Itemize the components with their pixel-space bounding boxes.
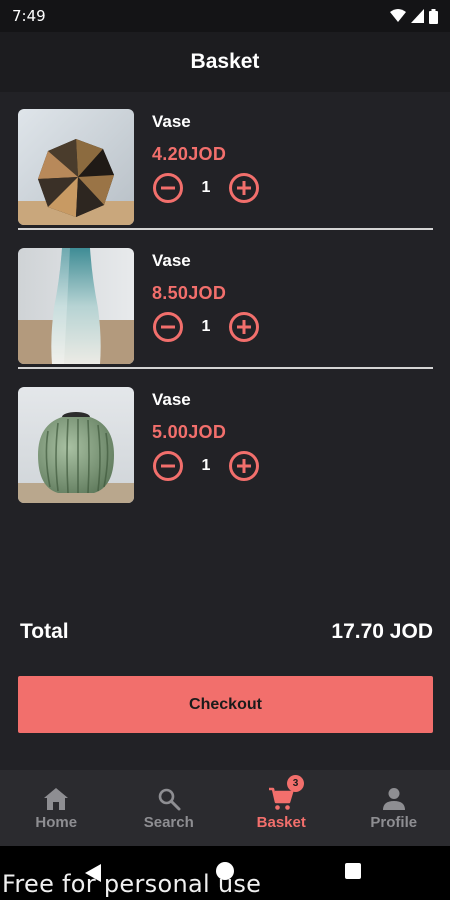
product-image[interactable] bbox=[18, 387, 134, 503]
nav-home-label: Home bbox=[35, 814, 78, 831]
quantity-stepper: 1 bbox=[152, 172, 260, 204]
cart-badge: 3 bbox=[287, 775, 304, 792]
product-price: 4.20JOD bbox=[152, 144, 227, 164]
watermark: Free for personal use bbox=[2, 870, 262, 898]
decrease-quantity-button[interactable] bbox=[152, 311, 184, 343]
bottom-navigation: Home Search 3 Basket Profile bbox=[0, 770, 450, 846]
status-icons bbox=[390, 8, 438, 24]
plus-circle-icon bbox=[229, 312, 259, 342]
product-image[interactable] bbox=[18, 248, 134, 364]
decrease-quantity-button[interactable] bbox=[152, 450, 184, 482]
status-time: 7:49 bbox=[12, 7, 46, 25]
nav-basket-label: Basket bbox=[256, 814, 306, 831]
decrease-quantity-button[interactable] bbox=[152, 172, 184, 204]
product-price: 5.00JOD bbox=[152, 422, 227, 442]
checkout-button[interactable]: Checkout bbox=[18, 676, 433, 733]
item-divider bbox=[18, 367, 433, 369]
app-bar: Basket bbox=[0, 32, 450, 92]
minus-circle-icon bbox=[153, 173, 183, 203]
battery-icon bbox=[429, 8, 438, 24]
quantity-value: 1 bbox=[201, 318, 211, 335]
page-title: Basket bbox=[190, 50, 260, 73]
product-price: 8.50JOD bbox=[152, 283, 227, 303]
nav-profile[interactable]: Profile bbox=[338, 770, 450, 846]
basket-item: Vase 5.00JOD 1 bbox=[0, 370, 450, 509]
minus-circle-icon bbox=[153, 451, 183, 481]
product-name: Vase bbox=[152, 390, 191, 409]
total-value: 17.70 JOD bbox=[331, 620, 433, 643]
increase-quantity-button[interactable] bbox=[228, 311, 260, 343]
total-label: Total bbox=[20, 620, 69, 643]
product-name: Vase bbox=[152, 251, 191, 270]
product-name: Vase bbox=[152, 112, 191, 131]
plus-circle-icon bbox=[229, 451, 259, 481]
increase-quantity-button[interactable] bbox=[228, 450, 260, 482]
wifi-icon bbox=[390, 9, 406, 22]
nav-home[interactable]: Home bbox=[0, 770, 113, 846]
search-icon bbox=[158, 788, 181, 811]
quantity-stepper: 1 bbox=[152, 311, 260, 343]
nav-search[interactable]: Search bbox=[113, 770, 226, 846]
plus-circle-icon bbox=[229, 173, 259, 203]
item-divider bbox=[18, 228, 433, 230]
increase-quantity-button[interactable] bbox=[228, 172, 260, 204]
total-row: Total 17.70 JOD bbox=[20, 620, 433, 644]
quantity-value: 1 bbox=[201, 179, 211, 196]
basket-item: Vase 4.20JOD 1 bbox=[0, 92, 450, 231]
product-image[interactable] bbox=[18, 109, 134, 225]
checkout-label: Checkout bbox=[189, 695, 262, 713]
signal-icon bbox=[411, 9, 424, 23]
nav-search-label: Search bbox=[143, 814, 194, 831]
quantity-stepper: 1 bbox=[152, 450, 260, 482]
home-icon bbox=[44, 788, 69, 810]
quantity-value: 1 bbox=[201, 457, 211, 474]
profile-icon bbox=[382, 788, 405, 810]
basket-item: Vase 8.50JOD 1 bbox=[0, 231, 450, 370]
recents-button[interactable] bbox=[345, 863, 361, 879]
nav-basket[interactable]: 3 Basket bbox=[225, 770, 338, 846]
minus-circle-icon bbox=[153, 312, 183, 342]
status-bar: 7:49 bbox=[0, 0, 450, 32]
nav-profile-label: Profile bbox=[370, 814, 418, 831]
